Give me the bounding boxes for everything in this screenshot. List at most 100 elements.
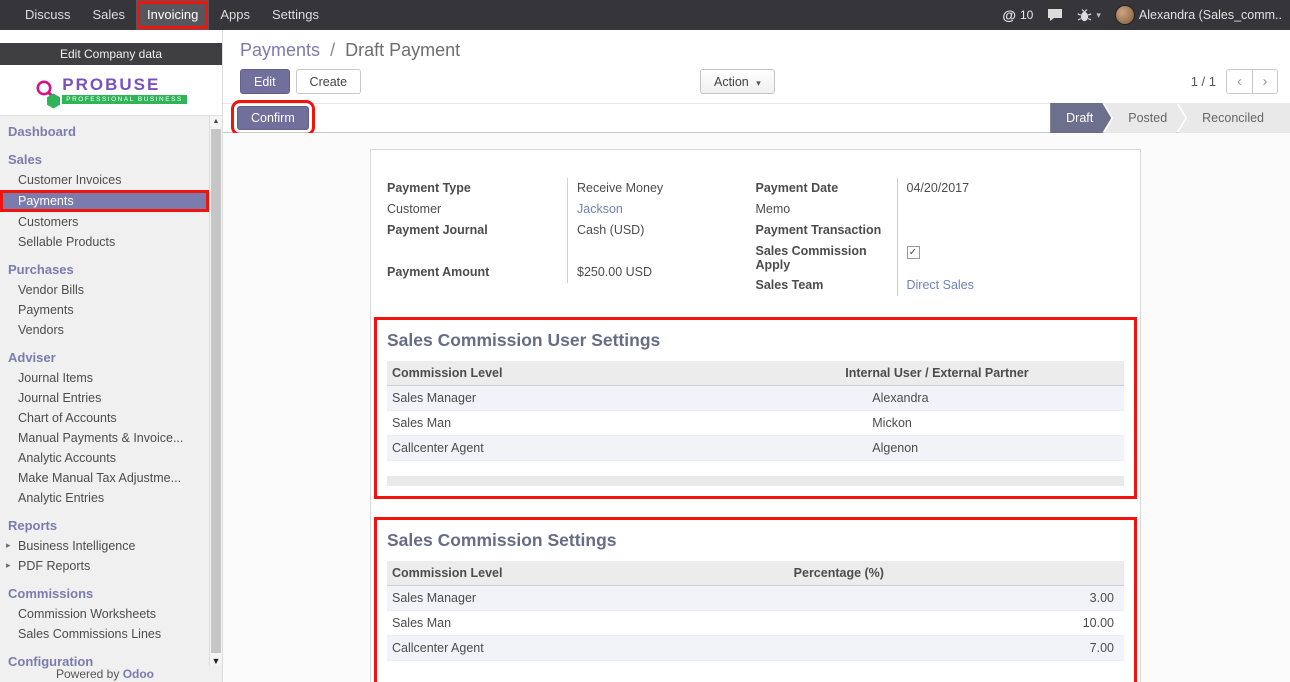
sidebar-item-pdf-reports[interactable]: ▸ PDF Reports [0,556,209,576]
table-row[interactable]: Callcenter Agent Algenon [387,436,1124,461]
sidebar-item-commission-worksheets[interactable]: Commission Worksheets [0,604,209,624]
user-name: Alexandra (Sales_comm.. [1139,8,1282,22]
status-draft[interactable]: Draft [1050,103,1111,133]
sales-commission-apply-checkbox[interactable]: ✓ [907,246,920,259]
sidebar-heading-purchases[interactable]: Purchases [0,259,209,280]
action-dropdown-button[interactable]: Action ▾ [700,69,775,94]
edit-button[interactable]: Edit [240,69,290,94]
customer-label: Customer [387,199,568,220]
topbar-menu-discuss[interactable]: Discuss [14,0,82,30]
commission-settings-section-title: Sales Commission Settings [387,530,1124,551]
pager: 1 / 1 ‹ › [1191,69,1278,94]
action-label: Action [714,75,749,89]
cell-commission-level: Callcenter Agent [387,436,840,461]
column-header-internal-user[interactable]: Internal User / External Partner [840,361,1124,386]
breadcrumb-current: Draft Payment [345,40,460,60]
status-posted[interactable]: Posted [1104,103,1185,133]
breadcrumb-payments-link[interactable]: Payments [240,40,320,60]
memo-label: Memo [756,199,898,220]
sidebar-item-customers[interactable]: Customers [0,212,209,232]
control-panel: Payments / Draft Payment Edit Create Act… [223,30,1290,103]
sidebar-heading-reports[interactable]: Reports [0,515,209,536]
payment-journal-label: Payment Journal [387,220,568,241]
status-reconciled[interactable]: Reconciled [1178,103,1290,133]
cell-commission-level: Callcenter Agent [387,636,789,661]
table-row[interactable]: Callcenter Agent 7.00 [387,636,1124,661]
logo-text: PROBUSE [62,76,187,93]
sidebar-item-chart-of-accounts[interactable]: Chart of Accounts [0,408,209,428]
table-row[interactable]: Sales Man 10.00 [387,611,1124,636]
column-header-percentage[interactable]: Percentage (%) [789,561,1124,586]
sidebar-heading-adviser[interactable]: Adviser [0,347,209,368]
sales-commission-apply-label: Sales Commission Apply [756,241,898,275]
sidebar-item-payments[interactable]: Payments [0,190,209,212]
user-menu[interactable]: Alexandra (Sales_comm.. [1115,5,1282,25]
form-spacer [387,241,568,262]
sidebar-scrollbar[interactable]: ▲ ▼ [209,116,222,666]
sidebar-nav: Dashboard Sales Customer Invoices Paymen… [0,115,222,682]
cell-commission-level: Sales Man [387,411,840,436]
expand-arrow-icon: ▸ [6,540,11,551]
edit-company-data-button[interactable]: Edit Company data [0,43,222,65]
chat-icon [1047,8,1063,22]
cell-user: Algenon [840,436,1124,461]
scroll-down-icon[interactable]: ▼ [210,655,222,667]
confirm-button[interactable]: Confirm [237,106,309,130]
sidebar-item-vendors[interactable]: Vendors [0,320,209,340]
form-sheet: Payment Type Receive Money Customer Jack… [370,149,1141,682]
sidebar-item-analytic-accounts[interactable]: Analytic Accounts [0,448,209,468]
sidebar-item-make-manual-tax-adjustments[interactable]: Make Manual Tax Adjustme... [0,468,209,488]
notification-count: 10 [1020,8,1033,22]
sidebar-item-sellable-products[interactable]: Sellable Products [0,232,209,252]
notifications-button[interactable]: @ 10 [1002,7,1033,23]
commission-settings-table: Commission Level Percentage (%) Sales Ma… [387,561,1124,661]
scrollbar-thumb[interactable] [211,129,221,653]
company-logo[interactable]: PROBUSE PROFESSIONAL BUSINESS [0,65,222,115]
sidebar-heading-sales[interactable]: Sales [0,149,209,170]
topbar-menu-invoicing[interactable]: Invoicing [136,0,209,30]
pager-next-button[interactable]: › [1252,69,1278,94]
avatar [1115,5,1135,25]
table-row[interactable]: Sales Manager 3.00 [387,586,1124,611]
payment-type-label: Payment Type [387,178,568,199]
sidebar-heading-dashboard[interactable]: Dashboard [0,121,209,142]
top-navbar: Discuss Sales Invoicing Apps Settings @ … [0,0,1290,30]
payment-transaction-value [898,220,907,241]
status-steps: Draft Posted Reconciled [1050,103,1290,133]
messages-button[interactable] [1047,8,1063,22]
caret-down-icon: ▾ [756,78,761,88]
sidebar-item-sales-commissions-lines[interactable]: Sales Commissions Lines [0,624,209,644]
scroll-up-icon[interactable]: ▲ [210,116,222,128]
customer-link[interactable]: Jackson [577,202,623,216]
cell-percentage: 3.00 [789,586,1124,611]
topbar-menu-sales[interactable]: Sales [82,0,137,30]
cell-user: Mickon [840,411,1124,436]
sidebar-item-manual-payments-invoice[interactable]: Manual Payments & Invoice... [0,428,209,448]
topbar-menu-apps[interactable]: Apps [209,0,261,30]
debug-menu-button[interactable]: ▾ [1077,8,1101,23]
logo-subtext: PROFESSIONAL BUSINESS [62,95,187,104]
pager-previous-button[interactable]: ‹ [1226,69,1252,94]
sidebar-heading-commissions[interactable]: Commissions [0,583,209,604]
table-row[interactable]: Sales Man Mickon [387,411,1124,436]
column-header-commission-level[interactable]: Commission Level [387,361,840,386]
sidebar: Edit Company data PROBUSE PROFESSIONAL B… [0,30,223,682]
sidebar-item-vendor-bills[interactable]: Vendor Bills [0,280,209,300]
sales-commission-settings-section: Sales Commission Settings Commission Lev… [387,530,1124,677]
sidebar-item-journal-items[interactable]: Journal Items [0,368,209,388]
sidebar-item-customer-invoices[interactable]: Customer Invoices [0,170,209,190]
column-header-commission-level[interactable]: Commission Level [387,561,789,586]
powered-by: Powered by Odoo [0,667,210,681]
sidebar-item-business-intelligence[interactable]: ▸ Business Intelligence [0,536,209,556]
user-settings-table: Commission Level Internal User / Externa… [387,361,1124,461]
table-row[interactable]: Sales Manager Alexandra [387,386,1124,411]
memo-value [898,199,907,220]
sidebar-item-analytic-entries[interactable]: Analytic Entries [0,488,209,508]
topbar-menu-settings[interactable]: Settings [261,0,330,30]
sales-team-link[interactable]: Direct Sales [907,278,974,292]
odoo-brand-link[interactable]: Odoo [123,667,154,681]
sidebar-item-vendor-payments[interactable]: Payments [0,300,209,320]
create-button[interactable]: Create [296,69,362,94]
control-panel-buttons: Edit Create Action ▾ 1 / 1 ‹ › [223,69,1290,94]
sidebar-item-journal-entries[interactable]: Journal Entries [0,388,209,408]
